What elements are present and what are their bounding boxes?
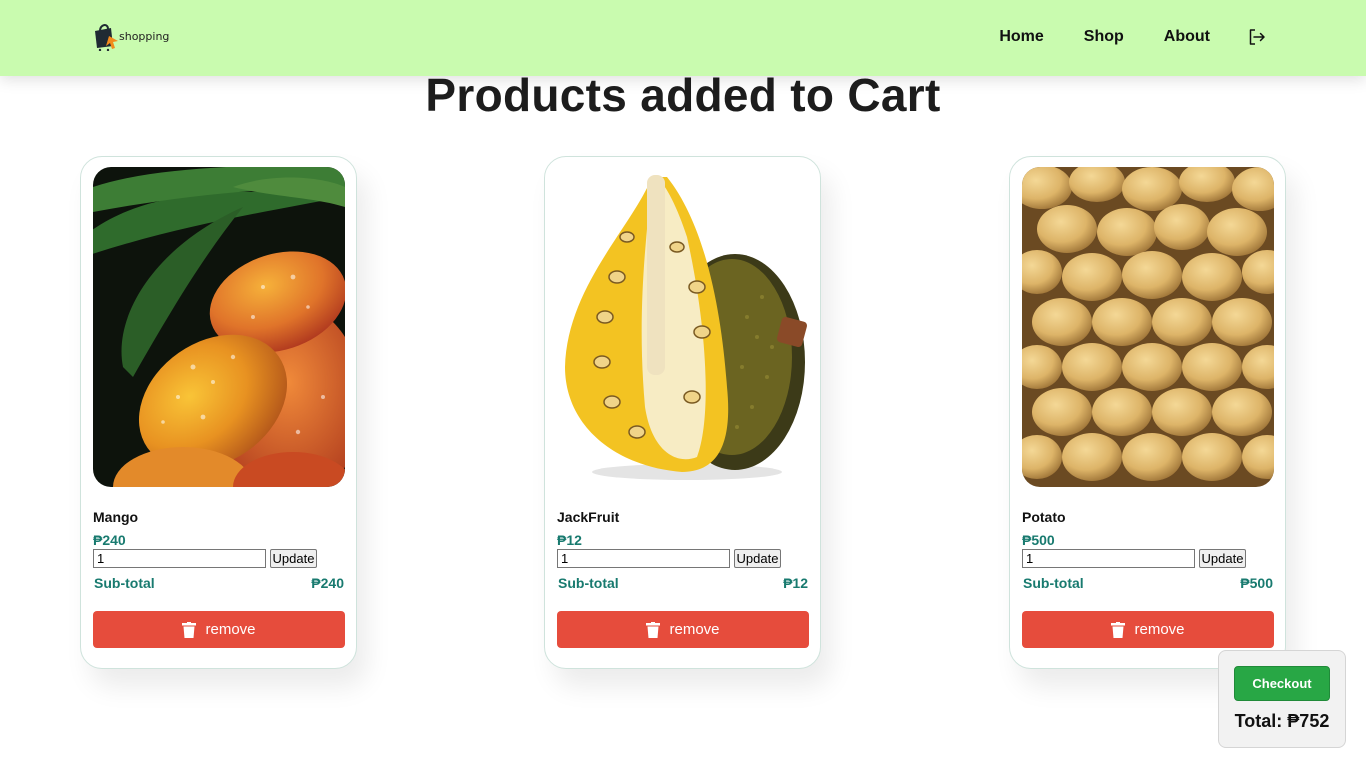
product-price: ₱240 — [93, 532, 126, 548]
product-name: Potato — [1022, 509, 1066, 525]
product-name: JackFruit — [557, 509, 620, 525]
navbar: shopping Home Shop About — [0, 0, 1366, 76]
subtotal-label: Sub-total — [558, 575, 619, 591]
shopping-bag-icon — [95, 24, 118, 51]
cart-item-card: Mango ₱240 Update Sub-total ₱240 remove — [80, 156, 357, 669]
remove-label: remove — [1134, 621, 1185, 638]
remove-button[interactable]: remove — [557, 611, 809, 648]
update-button[interactable]: Update — [734, 549, 781, 568]
subtotal-value: ₱240 — [311, 575, 344, 591]
mango-image — [93, 167, 345, 487]
nav-about[interactable]: About — [1164, 28, 1210, 46]
subtotal-value: ₱12 — [783, 575, 808, 591]
remove-label: remove — [669, 621, 720, 638]
quantity-input[interactable] — [1022, 549, 1195, 568]
trash-icon — [182, 621, 197, 638]
checkout-panel: Checkout Total: ₱752 — [1218, 650, 1346, 748]
logout-icon[interactable] — [1248, 28, 1266, 46]
checkout-button[interactable]: Checkout — [1234, 666, 1330, 701]
nav-home[interactable]: Home — [999, 28, 1043, 46]
cart-item-card: Potato ₱500 Update Sub-total ₱500 remove — [1009, 156, 1286, 669]
shopping-logo[interactable]: shopping — [92, 19, 172, 53]
potato-image — [1022, 167, 1274, 487]
quantity-input[interactable] — [557, 549, 730, 568]
cart-item-card: JackFruit ₱12 Update Sub-total ₱12 remov… — [544, 156, 821, 669]
nav-shop[interactable]: Shop — [1084, 28, 1124, 46]
subtotal-label: Sub-total — [1023, 575, 1084, 591]
cart-total: Total: ₱752 — [1234, 711, 1330, 731]
logo-text: shopping — [119, 30, 170, 43]
trash-icon — [1111, 621, 1126, 638]
subtotal-label: Sub-total — [94, 575, 155, 591]
update-button[interactable]: Update — [270, 549, 317, 568]
jackfruit-image — [557, 167, 809, 487]
quantity-input[interactable] — [93, 549, 266, 568]
product-name: Mango — [93, 509, 139, 525]
remove-button[interactable]: remove — [1022, 611, 1274, 648]
nav-links: Home Shop About — [959, 28, 1266, 46]
remove-label: remove — [205, 621, 256, 638]
remove-button[interactable]: remove — [93, 611, 345, 648]
product-price: ₱12 — [557, 532, 582, 548]
subtotal-value: ₱500 — [1240, 575, 1273, 591]
update-button[interactable]: Update — [1199, 549, 1246, 568]
trash-icon — [646, 621, 661, 638]
page-title: Products added to Cart — [425, 69, 941, 121]
product-price: ₱500 — [1022, 532, 1055, 548]
